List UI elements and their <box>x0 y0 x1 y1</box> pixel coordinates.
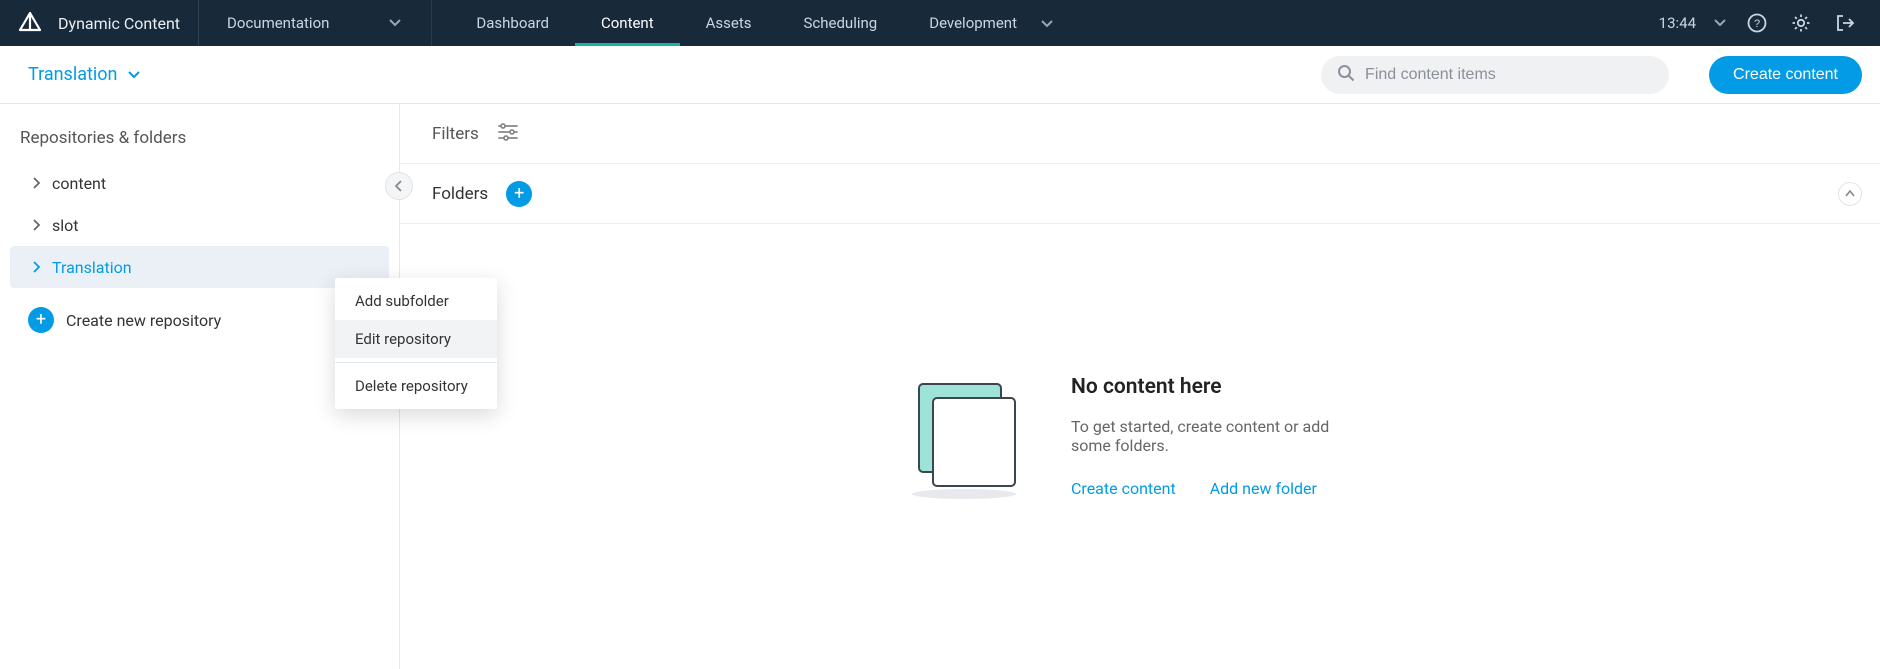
folders-row: Folders + <box>400 164 1880 224</box>
brand-name: Dynamic Content <box>58 14 180 33</box>
nav-content[interactable]: Content <box>575 0 680 46</box>
filters-label: Filters <box>432 124 479 144</box>
repo-label: slot <box>52 216 79 235</box>
empty-create-content-link[interactable]: Create content <box>1071 479 1176 498</box>
chevron-right-icon <box>28 261 44 273</box>
nav-development-label: Development <box>929 14 1017 32</box>
nav-scheduling[interactable]: Scheduling <box>778 0 904 46</box>
doc-selector-label: Documentation <box>227 14 329 32</box>
content-area: Filters Folders + <box>400 104 1880 669</box>
ctx-edit-repository[interactable]: Edit repository <box>335 320 497 358</box>
brand-logo-icon <box>18 11 42 35</box>
clock-display: 13:44 <box>1659 14 1696 32</box>
brand[interactable]: Dynamic Content <box>0 0 198 46</box>
top-nav: Dynamic Content Documentation Dashboard … <box>0 0 1880 46</box>
caret-down-icon <box>128 71 140 79</box>
nav-scheduling-label: Scheduling <box>804 14 878 32</box>
create-content-button[interactable]: Create content <box>1709 56 1862 94</box>
plus-icon: + <box>28 307 54 333</box>
nav-development[interactable]: Development <box>903 0 1079 46</box>
nav-content-label: Content <box>601 14 654 32</box>
logout-icon[interactable] <box>1832 10 1858 36</box>
empty-title: No content here <box>1071 375 1371 399</box>
nav-dashboard[interactable]: Dashboard <box>450 0 575 46</box>
collapse-folders-button[interactable] <box>1838 182 1862 206</box>
repo-list: content slot Translation <box>0 162 399 288</box>
chevron-right-icon <box>28 177 44 189</box>
nav-dashboard-label: Dashboard <box>476 14 549 32</box>
svg-text:?: ? <box>1754 18 1760 30</box>
nav-assets[interactable]: Assets <box>680 0 778 46</box>
section-title: Translation <box>28 64 118 85</box>
empty-add-folder-link[interactable]: Add new folder <box>1210 479 1317 498</box>
filters-row: Filters <box>400 104 1880 164</box>
caret-down-icon <box>389 19 401 27</box>
folders-label: Folders <box>432 184 488 204</box>
sidebar: Repositories & folders content slot Tran… <box>0 104 400 669</box>
empty-body: To get started, create content or add so… <box>1071 417 1371 455</box>
ctx-add-subfolder[interactable]: Add subfolder <box>335 282 497 320</box>
sidebar-heading: Repositories & folders <box>0 128 399 162</box>
gear-icon[interactable] <box>1788 10 1814 36</box>
repo-slot[interactable]: slot <box>10 204 389 246</box>
repo-translation[interactable]: Translation <box>10 246 389 288</box>
add-folder-button[interactable]: + <box>506 181 532 207</box>
repo-content[interactable]: content <box>10 162 389 204</box>
main: Repositories & folders content slot Tran… <box>0 104 1880 669</box>
help-icon[interactable]: ? <box>1744 10 1770 36</box>
ctx-delete-repository[interactable]: Delete repository <box>335 367 497 405</box>
caret-down-icon[interactable] <box>1714 15 1726 31</box>
empty-folder-icon <box>909 370 1029 504</box>
repo-label: Translation <box>52 258 132 277</box>
nav-assets-label: Assets <box>706 14 752 32</box>
search-box[interactable] <box>1321 56 1669 94</box>
create-repository[interactable]: + Create new repository <box>10 304 389 336</box>
empty-state: No content here To get started, create c… <box>400 224 1880 669</box>
empty-text: No content here To get started, create c… <box>1071 375 1371 498</box>
caret-down-icon <box>1041 14 1053 32</box>
chevron-up-icon <box>1845 190 1855 197</box>
sub-header: Translation Create content <box>0 46 1880 104</box>
filters-icon[interactable] <box>497 123 519 145</box>
search-input[interactable] <box>1365 66 1653 84</box>
context-menu: Add subfolder Edit repository Delete rep… <box>335 278 497 409</box>
chevron-right-icon <box>28 219 44 231</box>
ctx-separator <box>335 362 497 363</box>
right-controls: 13:44 ? <box>1649 0 1880 46</box>
repo-label: content <box>52 174 106 193</box>
section-selector[interactable]: Translation <box>28 64 140 85</box>
doc-selector[interactable]: Documentation <box>198 0 432 46</box>
nav-items: Dashboard Content Assets Scheduling Deve… <box>450 0 1079 46</box>
search-icon <box>1337 64 1355 86</box>
create-repository-label: Create new repository <box>66 311 221 330</box>
